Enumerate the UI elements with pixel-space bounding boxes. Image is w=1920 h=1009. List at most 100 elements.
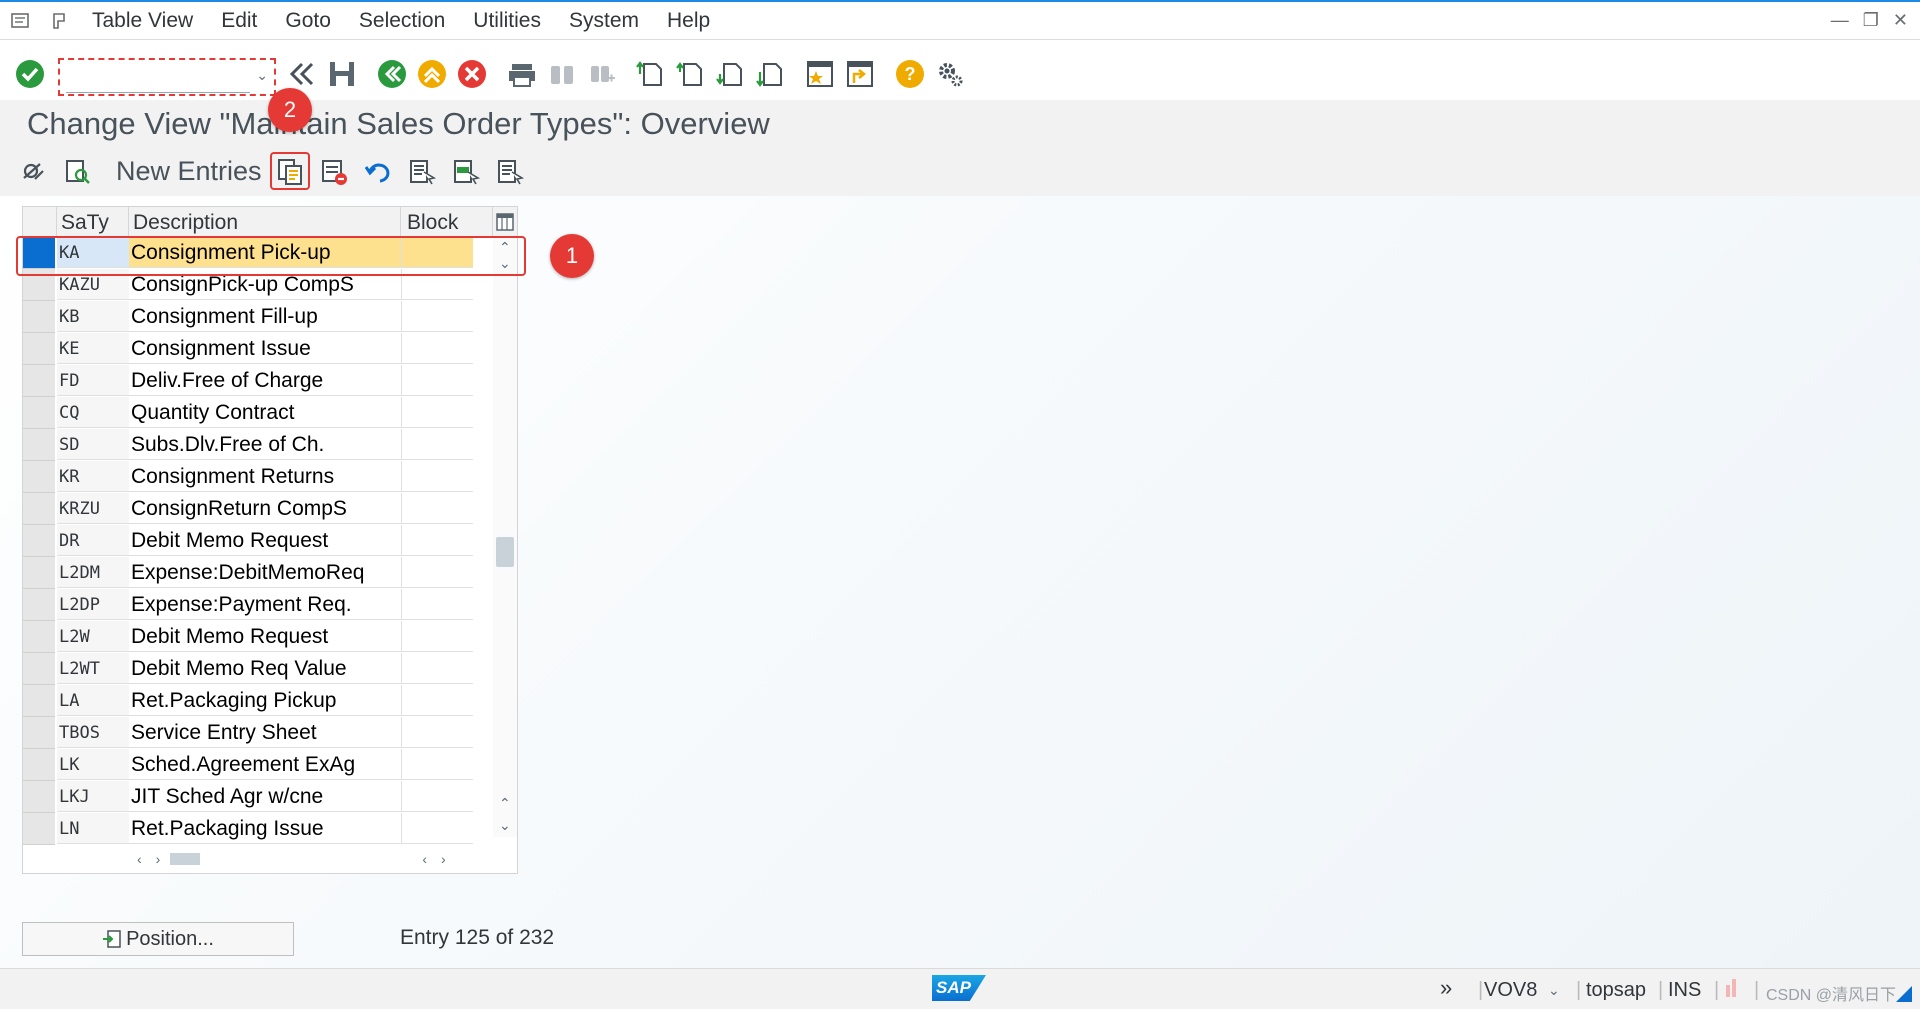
cell-block[interactable]	[401, 717, 473, 748]
cell-description[interactable]: Sched.Agreement ExAg	[129, 749, 401, 780]
cell-block[interactable]	[401, 397, 473, 428]
vertical-scrollbar[interactable]: ⌃ ⌄ ⌃ ⌄	[493, 237, 517, 837]
menu-edit[interactable]: Edit	[221, 9, 257, 33]
cell-block[interactable]	[401, 749, 473, 780]
menu-system[interactable]: System	[569, 9, 639, 33]
table-row[interactable]: TBOS Service Entry Sheet	[23, 717, 473, 749]
status-dropdown-icon[interactable]: ⌄	[1548, 982, 1560, 999]
close-icon[interactable]: ✕	[1893, 10, 1908, 31]
row-selector[interactable]	[23, 493, 55, 525]
cell-block[interactable]	[401, 653, 473, 684]
horizontal-scrollbar[interactable]: ‹ › ‹ ›	[129, 847, 513, 871]
table-row[interactable]: CQ Quantity Contract	[23, 397, 473, 429]
row-selector[interactable]	[23, 557, 55, 589]
table-row[interactable]: KE Consignment Issue	[23, 333, 473, 365]
status-transaction[interactable]: VOV8	[1484, 979, 1537, 1002]
menu-table-view[interactable]: Table View	[92, 9, 193, 33]
select-all-header[interactable]	[23, 207, 57, 237]
first-page-icon[interactable]	[634, 58, 666, 90]
cell-block[interactable]	[401, 429, 473, 460]
double-chevron-left-icon[interactable]	[286, 58, 318, 90]
cell-description[interactable]: Consignment Issue	[129, 333, 401, 364]
cell-saty[interactable]: TBOS	[57, 717, 129, 748]
scroll-left-end-icon[interactable]: ‹	[422, 851, 427, 867]
copy-as-icon[interactable]	[274, 156, 306, 188]
cell-description[interactable]: Expense:DebitMemoReq	[129, 557, 401, 588]
row-selector[interactable]	[23, 813, 55, 845]
row-selector[interactable]	[23, 749, 55, 781]
table-row[interactable]: L2DM Expense:DebitMemoReq	[23, 557, 473, 589]
cell-block[interactable]	[401, 813, 473, 844]
table-row[interactable]: KRZU ConsignReturn CompS	[23, 493, 473, 525]
cancel-icon[interactable]	[456, 58, 488, 90]
row-selector[interactable]	[23, 301, 55, 333]
cell-description[interactable]: Consignment Returns	[129, 461, 401, 492]
scroll-right-icon[interactable]: ›	[156, 851, 161, 867]
table-row[interactable]: L2W Debit Memo Request	[23, 621, 473, 653]
undo-icon[interactable]	[362, 156, 394, 188]
cell-description[interactable]: Expense:Payment Req.	[129, 589, 401, 620]
table-row[interactable]: KR Consignment Returns	[23, 461, 473, 493]
table-row[interactable]: L2WT Debit Memo Req Value	[23, 653, 473, 685]
new-entries-button[interactable]: New Entries	[116, 156, 262, 187]
cell-saty[interactable]: KR	[57, 461, 129, 492]
next-page-icon[interactable]	[714, 58, 746, 90]
cell-block[interactable]	[401, 333, 473, 364]
cell-description[interactable]: Debit Memo Req Value	[129, 653, 401, 684]
cell-description[interactable]: Quantity Contract	[129, 397, 401, 428]
scroll-down-icon[interactable]: ⌄	[499, 817, 511, 834]
column-header-saty[interactable]: SaTy	[57, 207, 129, 237]
exit-icon[interactable]	[416, 58, 448, 90]
scroll-thumb[interactable]	[496, 537, 514, 567]
deselect-all-icon[interactable]	[494, 156, 526, 188]
save-icon[interactable]	[326, 58, 358, 90]
cell-description[interactable]: Debit Memo Request	[129, 621, 401, 652]
table-row[interactable]: FD Deliv.Free of Charge	[23, 365, 473, 397]
cell-block[interactable]	[401, 461, 473, 492]
cell-saty[interactable]: KRZU	[57, 493, 129, 524]
cell-description[interactable]: Service Entry Sheet	[129, 717, 401, 748]
table-row[interactable]: SD Subs.Dlv.Free of Ch.	[23, 429, 473, 461]
cell-description[interactable]: Consignment Fill-up	[129, 301, 401, 332]
back-icon[interactable]	[376, 58, 408, 90]
select-block-icon[interactable]	[450, 156, 482, 188]
row-selector[interactable]	[23, 781, 55, 813]
menu-goto[interactable]: Goto	[285, 9, 331, 33]
row-selector[interactable]	[23, 365, 55, 397]
row-selector[interactable]	[23, 397, 55, 429]
row-selector[interactable]	[23, 525, 55, 557]
chevron-down-icon[interactable]: ⌄	[256, 67, 268, 84]
row-selector[interactable]	[23, 621, 55, 653]
scroll-up-bottom-icon[interactable]: ⌃	[499, 795, 511, 812]
display-change-icon[interactable]	[18, 156, 50, 188]
cell-saty[interactable]: KB	[57, 301, 129, 332]
row-selector[interactable]	[23, 653, 55, 685]
table-row[interactable]: LA Ret.Packaging Pickup	[23, 685, 473, 717]
select-all-icon[interactable]	[406, 156, 438, 188]
cell-description[interactable]: ConsignReturn CompS	[129, 493, 401, 524]
table-settings-icon[interactable]	[493, 207, 517, 237]
cell-saty[interactable]: LKJ	[57, 781, 129, 812]
last-page-icon[interactable]	[754, 58, 786, 90]
cell-saty[interactable]: LK	[57, 749, 129, 780]
menu-selection[interactable]: Selection	[359, 9, 445, 33]
menu-help[interactable]: Help	[667, 9, 710, 33]
cell-description[interactable]: Deliv.Free of Charge	[129, 365, 401, 396]
cell-saty[interactable]: FD	[57, 365, 129, 396]
row-selector[interactable]	[23, 685, 55, 717]
resize-grip-icon[interactable]	[1896, 985, 1912, 1008]
column-header-block[interactable]: Block	[401, 207, 493, 237]
minimize-icon[interactable]: —	[1831, 10, 1849, 31]
cell-saty[interactable]: LN	[57, 813, 129, 844]
table-row[interactable]: L2DP Expense:Payment Req.	[23, 589, 473, 621]
cell-description[interactable]: Debit Memo Request	[129, 525, 401, 556]
help-icon[interactable]: ?	[894, 58, 926, 90]
command-input[interactable]	[66, 64, 250, 93]
cell-block[interactable]	[401, 493, 473, 524]
position-button[interactable]: Position...	[22, 922, 294, 956]
row-selector[interactable]	[23, 333, 55, 365]
cell-saty[interactable]: L2DM	[57, 557, 129, 588]
table-row[interactable]: LK Sched.Agreement ExAg	[23, 749, 473, 781]
print-icon[interactable]	[506, 58, 538, 90]
cell-block[interactable]	[401, 589, 473, 620]
